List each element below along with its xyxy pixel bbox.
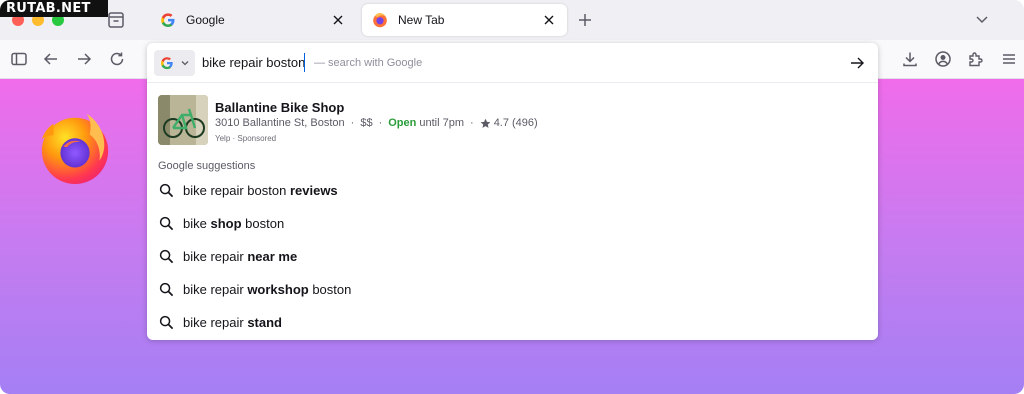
app-menu-button[interactable] bbox=[1000, 50, 1018, 68]
list-all-tabs-button[interactable] bbox=[973, 12, 991, 28]
tab-title: New Tab bbox=[398, 13, 445, 27]
urlbar-panel: bike repair boston — search with Google bbox=[147, 43, 878, 340]
tab-close-button[interactable] bbox=[330, 12, 346, 28]
suggestion-trailing-part: boston bbox=[308, 282, 352, 297]
suggestion-typed-part: bike repair bbox=[183, 249, 248, 264]
suggestion-typed-part: bike repair boston bbox=[183, 183, 290, 198]
extensions-button[interactable] bbox=[967, 50, 985, 68]
shop-thumbnail-image bbox=[158, 95, 208, 145]
shop-hours: until 7pm bbox=[419, 117, 465, 129]
shop-details: 3010 Ballantine St, Boston · $$ · Open u… bbox=[215, 117, 538, 129]
close-icon bbox=[333, 15, 343, 25]
star-icon bbox=[480, 118, 491, 128]
firefox-view-button[interactable] bbox=[106, 10, 126, 30]
tab-close-button[interactable] bbox=[541, 12, 557, 28]
suggestion-item[interactable]: bike repair workshop boston bbox=[147, 273, 878, 306]
watermark-label: RUTAB.NET bbox=[0, 0, 108, 17]
search-icon bbox=[159, 216, 174, 231]
sponsored-result[interactable]: Ballantine Bike Shop 3010 Ballantine St,… bbox=[158, 95, 868, 145]
puzzle-piece-icon bbox=[969, 52, 983, 67]
google-g-icon bbox=[161, 13, 175, 27]
suggestion-item[interactable]: bike repair boston reviews bbox=[147, 174, 878, 207]
arrow-left-icon bbox=[43, 53, 57, 65]
suggestion-typed-part: bike repair bbox=[183, 282, 248, 297]
suggestion-item[interactable]: bike repair stand bbox=[147, 306, 878, 339]
sponsored-label: Sponsored bbox=[237, 134, 277, 143]
hamburger-menu-icon bbox=[1003, 54, 1015, 64]
suggestion-text: bike repair workshop boston bbox=[183, 282, 351, 297]
suggestion-typed-part: bike repair bbox=[183, 315, 248, 330]
text-caret bbox=[304, 53, 305, 72]
reload-button[interactable] bbox=[108, 50, 126, 68]
suggestion-typed-part: bike bbox=[183, 216, 211, 231]
back-button[interactable] bbox=[42, 50, 60, 68]
separator-dot: · bbox=[378, 117, 383, 129]
open-status: Open bbox=[388, 117, 417, 129]
suggestion-trailing-part: boston bbox=[241, 216, 285, 231]
search-icon bbox=[159, 249, 174, 264]
suggestion-completion: near me bbox=[247, 249, 298, 264]
tab-strip: Google New Tab bbox=[0, 0, 1024, 40]
firefox-view-icon bbox=[108, 12, 124, 28]
shop-review-count: (496) bbox=[511, 117, 538, 129]
sidebar-icon bbox=[11, 52, 27, 66]
suggestion-completion: stand bbox=[247, 315, 282, 330]
shop-price: $$ bbox=[360, 117, 373, 129]
shop-address: 3010 Ballantine St, Boston bbox=[215, 117, 345, 129]
chevron-down-icon bbox=[976, 16, 988, 24]
tab-google[interactable]: Google bbox=[150, 4, 356, 36]
separator-dot: · bbox=[470, 117, 474, 129]
search-icon bbox=[159, 282, 174, 297]
download-icon bbox=[903, 52, 917, 67]
suggestion-item[interactable]: bike repair near me bbox=[147, 240, 878, 273]
suggestions-header: Google suggestions bbox=[158, 160, 256, 172]
search-icon bbox=[159, 315, 174, 330]
shop-name: Ballantine Bike Shop bbox=[215, 100, 345, 115]
tab-title: Google bbox=[186, 13, 225, 27]
suggestion-completion: workshop bbox=[247, 282, 309, 297]
search-engine-button[interactable] bbox=[154, 50, 195, 76]
sidebar-toggle-button[interactable] bbox=[10, 50, 28, 68]
google-g-icon bbox=[161, 57, 173, 70]
forward-button[interactable] bbox=[75, 50, 93, 68]
tab-new-tab[interactable]: New Tab bbox=[362, 4, 567, 36]
downloads-button[interactable] bbox=[901, 50, 919, 68]
separator-dot: · bbox=[350, 117, 355, 129]
bicycle-photo-icon bbox=[158, 95, 208, 145]
suggestion-text: bike shop boston bbox=[183, 216, 284, 231]
close-icon bbox=[544, 15, 554, 25]
suggestion-text: bike repair boston reviews bbox=[183, 183, 338, 198]
account-button[interactable] bbox=[934, 50, 952, 68]
arrow-right-icon bbox=[78, 53, 92, 65]
shop-meta: Yelp · Sponsored bbox=[215, 134, 276, 143]
urlbar-input-row: bike repair boston — search with Google bbox=[147, 43, 878, 83]
result-source: Yelp bbox=[215, 134, 231, 143]
browser-window: RUTAB.NET Google New Tab bike repair bos… bbox=[0, 0, 1024, 394]
go-button[interactable] bbox=[849, 55, 865, 71]
suggestion-completion: reviews bbox=[289, 183, 338, 198]
suggestion-completion: shop bbox=[210, 216, 242, 231]
plus-icon bbox=[579, 14, 591, 26]
arrow-right-icon bbox=[851, 57, 864, 69]
chevron-down-icon bbox=[181, 61, 189, 66]
urlbar-search-hint: — search with Google bbox=[314, 57, 423, 69]
urlbar-input[interactable]: bike repair boston bbox=[202, 55, 305, 70]
new-tab-button[interactable] bbox=[576, 11, 594, 29]
shop-rating: 4.7 bbox=[493, 117, 509, 129]
reload-icon bbox=[110, 52, 124, 66]
suggestion-item[interactable]: bike shop boston bbox=[147, 207, 878, 240]
firefox-icon bbox=[373, 13, 387, 28]
firefox-logo bbox=[41, 113, 109, 185]
suggestion-text: bike repair near me bbox=[183, 249, 297, 264]
suggestion-text: bike repair stand bbox=[183, 315, 282, 330]
account-icon bbox=[935, 51, 951, 67]
search-icon bbox=[159, 183, 174, 198]
